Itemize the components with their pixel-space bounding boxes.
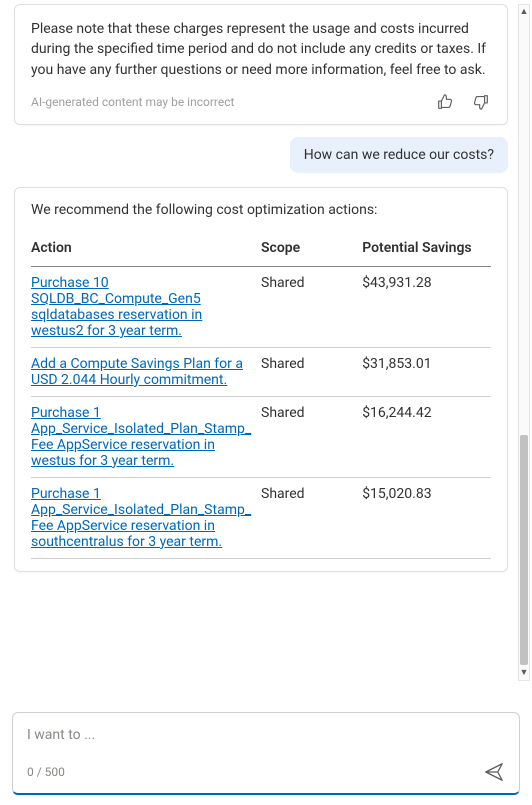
chat-input[interactable] (27, 727, 505, 743)
table-header-savings: Potential Savings (362, 234, 491, 267)
recommendations-table: Action Scope Potential Savings Purchase … (31, 234, 491, 559)
feedback-buttons (435, 92, 491, 112)
scope-cell: Shared (261, 477, 362, 558)
user-message-bubble: How can we reduce our costs? (290, 137, 508, 173)
savings-cell: $15,020.83 (362, 477, 491, 558)
user-message-row: How can we reduce our costs? (14, 137, 508, 173)
assistant-recommendations-card: We recommend the following cost optimiza… (14, 187, 508, 572)
savings-cell: $31,853.01 (362, 347, 491, 396)
table-header-scope: Scope (261, 234, 362, 267)
thumbs-up-icon[interactable] (435, 92, 455, 112)
recommendations-intro: We recommend the following cost optimiza… (31, 202, 491, 218)
scroll-down-icon[interactable]: ▼ (519, 666, 529, 680)
action-link[interactable]: Purchase 1 App_Service_Isolated_Plan_Sta… (31, 405, 251, 469)
message-footer: AI-generated content may be incorrect (31, 92, 491, 112)
table-row: Purchase 1 App_Service_Isolated_Plan_Sta… (31, 477, 491, 558)
scrollbar-thumb[interactable] (520, 435, 528, 665)
assistant-message-card: Please note that these charges represent… (14, 4, 508, 125)
scroll-up-icon[interactable]: ▲ (519, 5, 529, 19)
assistant-text: Please note that these charges represent… (31, 19, 491, 80)
table-row: Purchase 1 App_Service_Isolated_Plan_Sta… (31, 396, 491, 477)
scope-cell: Shared (261, 266, 362, 347)
scope-cell: Shared (261, 396, 362, 477)
action-link[interactable]: Purchase 1 App_Service_Isolated_Plan_Sta… (31, 486, 251, 550)
action-link[interactable]: Add a Compute Savings Plan for a USD 2.0… (31, 356, 243, 388)
savings-cell: $43,931.28 (362, 266, 491, 347)
thumbs-down-icon[interactable] (471, 92, 491, 112)
chat-input-area: 0 / 500 (12, 712, 520, 795)
savings-cell: $16,244.42 (362, 396, 491, 477)
table-row: Purchase 10 SQLDB_BC_Compute_Gen5 sqldat… (31, 266, 491, 347)
send-icon[interactable] (483, 761, 505, 783)
chat-scroll-area[interactable]: Please note that these charges represent… (0, 0, 516, 685)
action-link[interactable]: Purchase 10 SQLDB_BC_Compute_Gen5 sqldat… (31, 275, 202, 339)
scrollbar[interactable]: ▲ ▼ (518, 4, 530, 681)
table-header-action: Action (31, 234, 261, 267)
ai-disclaimer: AI-generated content may be incorrect (31, 95, 234, 109)
char-count: 0 / 500 (27, 765, 65, 779)
scope-cell: Shared (261, 347, 362, 396)
input-footer: 0 / 500 (27, 761, 505, 783)
table-row: Add a Compute Savings Plan for a USD 2.0… (31, 347, 491, 396)
